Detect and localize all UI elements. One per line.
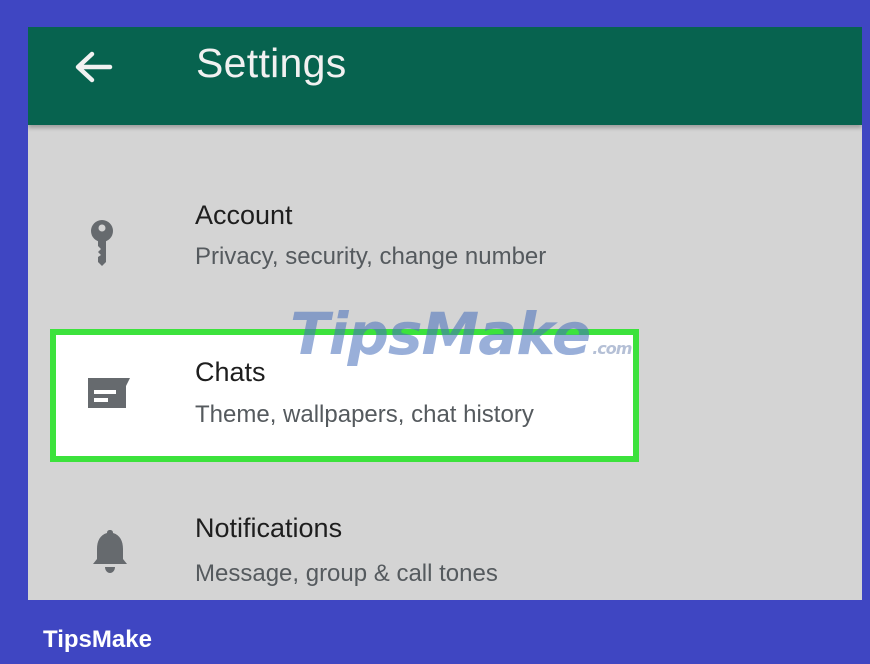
bell-icon <box>93 530 127 573</box>
settings-item-account[interactable]: Account Privacy, security, change number <box>28 162 862 302</box>
settings-item-subtitle: Message, group & call tones <box>195 560 498 587</box>
settings-item-subtitle: Privacy, security, change number <box>195 243 547 270</box>
settings-item-chats[interactable]: Chats Theme, wallpapers, chat history <box>28 327 648 462</box>
settings-item-title: Notifications <box>195 513 343 543</box>
settings-item-title: Account <box>195 200 293 230</box>
settings-item-subtitle: Theme, wallpapers, chat history <box>195 401 534 428</box>
brand-label: TipsMake <box>43 626 152 653</box>
image-frame: Settings Account Privacy, security, chan… <box>0 0 870 664</box>
page-title: Settings <box>196 40 347 86</box>
app-bar: Settings <box>28 27 862 125</box>
chat-icon <box>88 378 130 408</box>
settings-item-title: Chats <box>195 357 266 387</box>
key-icon <box>91 220 113 266</box>
back-arrow-icon[interactable] <box>72 47 116 87</box>
settings-item-notifications[interactable]: Notifications Message, group & call tone… <box>28 487 862 600</box>
